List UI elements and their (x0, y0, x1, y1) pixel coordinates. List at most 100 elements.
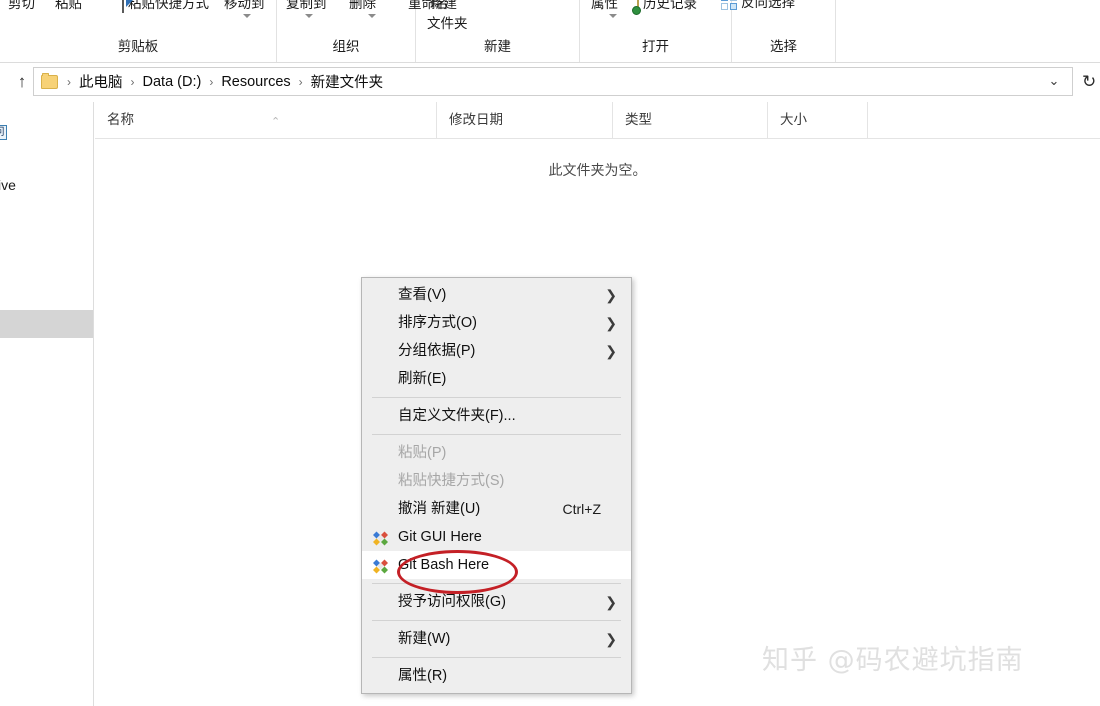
watermark: 知乎 @码农避坑指南 (762, 638, 1024, 677)
address-bar[interactable]: › 此电脑 › Data (D:) › Resources › 新建文件夹 ⌄ (33, 67, 1073, 96)
sort-caret-glyph: ⌃ (271, 116, 281, 128)
nav-item-0[interactable]: 问 (0, 120, 7, 142)
ribbon-delete-label: 删除 (349, 0, 376, 11)
column-header-type-label: 类型 (625, 112, 652, 127)
ribbon-new-folder-line2: 文件夹 (427, 16, 468, 31)
menu-item-label: 撤消 新建(U) (398, 501, 481, 517)
menu-separator (372, 583, 621, 584)
ribbon-group-label-select: 选择 (770, 39, 797, 54)
ribbon-group-label-open: 打开 (642, 39, 669, 54)
ribbon-invert-selection-button[interactable]: 反向选择 (721, 0, 795, 13)
menu-item: 粘贴快捷方式(S) (362, 467, 631, 495)
ribbon-copy-button[interactable]: 粘贴 (55, 0, 82, 12)
ribbon-new-folder-line1: 新建 (430, 0, 457, 11)
git-logo-icon (372, 557, 389, 574)
ribbon-toolbar: 剪切 粘贴 粘贴快捷方式 剪贴板 移动到 复制到 删除 重命名 组织 新建 文件… (0, 0, 1100, 63)
menu-item[interactable]: 授予访问权限(G) ❯ (362, 588, 631, 616)
move-to-caret-icon[interactable] (243, 14, 251, 18)
nav-item-0-label: 问 (0, 127, 5, 138)
chevron-right-icon: ❯ (605, 315, 617, 331)
ribbon-cut-button[interactable]: 剪切 (8, 0, 35, 12)
menu-item-label: 排序方式(O) (398, 315, 477, 331)
nav-item-1[interactable]: ive (0, 174, 16, 196)
ribbon-copy-label: 粘贴 (55, 0, 82, 11)
breadcrumb-separator-3[interactable]: › (292, 75, 310, 89)
chevron-down-icon[interactable]: ⌄ (1046, 73, 1062, 89)
ribbon-copy-to-label: 复制到 (286, 0, 327, 11)
empty-folder-message: 此文件夹为空。 (95, 160, 1100, 180)
breadcrumb-item-3[interactable]: 新建文件夹 (310, 71, 385, 92)
breadcrumb-item-1[interactable]: Data (D:) (142, 74, 203, 90)
menu-separator (372, 434, 621, 435)
breadcrumb-separator-2[interactable]: › (202, 75, 220, 89)
menu-item-label: 属性(R) (398, 668, 448, 684)
menu-item-label: 新建(W) (398, 631, 451, 647)
chevron-down-glyph: ⌄ (1048, 73, 1060, 88)
menu-item[interactable]: 排序方式(O) ❯ (362, 309, 631, 337)
ribbon-history-button[interactable]: 历史记录 (637, 0, 697, 13)
column-header-name-label: 名称 (107, 112, 134, 127)
navigation-pane: 问 ive (0, 102, 94, 706)
delete-caret-icon[interactable] (368, 14, 376, 18)
menu-separator (372, 397, 621, 398)
menu-item-label: 自定义文件夹(F)... (398, 408, 516, 424)
ribbon-move-to-button[interactable]: 移动到 (224, 0, 265, 12)
ribbon-group-organize: 移动到 复制到 删除 重命名 组织 (224, 0, 449, 62)
column-header-size[interactable]: 大小 (768, 102, 868, 138)
empty-folder-message-label: 此文件夹为空。 (548, 162, 647, 178)
menu-item-label: 授予访问权限(G) (398, 594, 506, 610)
column-header-date-modified[interactable]: 修改日期 (437, 102, 613, 138)
file-explorer-window: 剪切 粘贴 粘贴快捷方式 剪贴板 移动到 复制到 删除 重命名 组织 新建 文件… (0, 0, 1100, 706)
context-menu: 查看(V) ❯ 排序方式(O) ❯ 分组依据(P) ❯ 刷新(E) 自定义文件夹(F)... 粘… (361, 277, 632, 694)
breadcrumb-item-2[interactable]: Resources (220, 74, 291, 90)
chevron-right-icon: ❯ (605, 594, 617, 610)
ribbon-move-to-label: 移动到 (224, 0, 265, 11)
properties-caret-icon[interactable] (609, 14, 617, 18)
column-header-name[interactable]: 名称 ⌃ (95, 102, 437, 138)
ribbon-invert-selection-label: 反向选择 (741, 0, 795, 10)
ribbon-group-new: 新建 文件夹 新建 (416, 0, 580, 62)
nav-item-selected[interactable] (0, 310, 93, 338)
menu-item[interactable]: 查看(V) ❯ (362, 281, 631, 309)
folder-icon[interactable] (41, 72, 58, 89)
git-logo-icon (372, 529, 389, 546)
ribbon-group-select: 反向选择 选择 (721, 0, 836, 62)
menu-item[interactable]: 分组依据(P) ❯ (362, 337, 631, 365)
ribbon-delete-button[interactable]: 删除 (349, 0, 376, 12)
refresh-button[interactable]: ↻ (1082, 71, 1100, 93)
ribbon-new-folder-line2-text: 文件夹 (427, 12, 468, 32)
invert-selection-icon (721, 0, 737, 13)
ribbon-group-label-new: 新建 (484, 39, 511, 54)
breadcrumb-separator-1[interactable]: › (124, 75, 142, 89)
ribbon-group-label-organize: 组织 (332, 39, 360, 54)
column-header-type[interactable]: 类型 (613, 102, 768, 138)
menu-item[interactable]: 属性(R) (362, 662, 631, 690)
menu-item[interactable]: Git GUI Here (362, 523, 631, 551)
sort-ascending-icon: ⌃ (271, 104, 280, 140)
ribbon-new-folder-button[interactable]: 新建 (430, 0, 457, 12)
menu-item-label: Git GUI Here (398, 529, 482, 545)
menu-item[interactable]: Git Bash Here (362, 551, 631, 579)
menu-separator (372, 620, 621, 621)
paste-shortcut-icon (122, 0, 124, 13)
ribbon-history-label: 历史记录 (643, 0, 697, 11)
column-header-size-label: 大小 (780, 112, 807, 127)
ribbon-cut-label: 剪切 (8, 0, 35, 11)
ribbon-properties-label: 属性 (591, 0, 618, 11)
ribbon-group-open: 属性 历史记录 打开 (580, 0, 732, 62)
menu-item[interactable]: 自定义文件夹(F)... (362, 402, 631, 430)
menu-item-label: Git Bash Here (398, 557, 490, 573)
breadcrumb-item-0[interactable]: 此电脑 (78, 71, 124, 92)
chevron-right-icon: ❯ (605, 631, 617, 647)
menu-item[interactable]: 撤消 新建(U) Ctrl+Z (362, 495, 631, 523)
menu-item[interactable]: 刷新(E) (362, 365, 631, 393)
menu-item[interactable]: 新建(W) ❯ (362, 625, 631, 653)
ribbon-copy-to-button[interactable]: 复制到 (286, 0, 327, 12)
copy-to-caret-icon[interactable] (305, 14, 313, 18)
menu-item-label: 查看(V) (398, 287, 447, 303)
ribbon-properties-button[interactable]: 属性 (591, 0, 618, 12)
column-header-row: 名称 ⌃ 修改日期 类型 大小 (95, 102, 1100, 139)
up-one-level-button[interactable]: ↑ (12, 72, 32, 92)
menu-item-label: 刷新(E) (398, 371, 447, 387)
ribbon-paste-shortcut-button[interactable]: 粘贴快捷方式 (122, 0, 209, 13)
